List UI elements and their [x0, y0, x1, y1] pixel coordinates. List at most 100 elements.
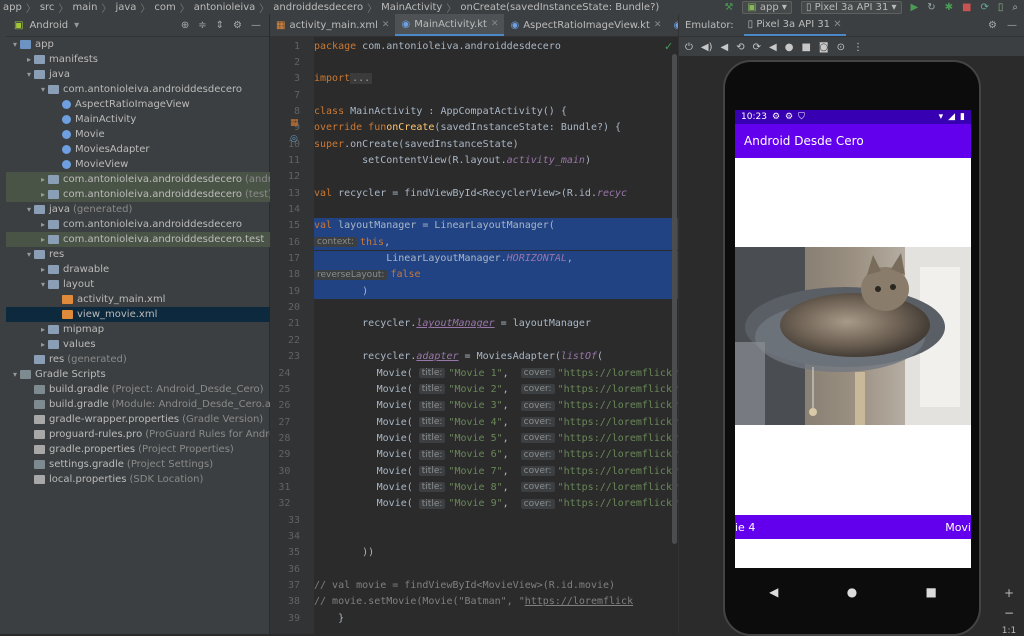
back-icon[interactable]: ◀ [769, 42, 777, 53]
volume-up-icon[interactable]: ◀) [701, 42, 713, 53]
tree-item[interactable]: MoviesAdapter [6, 142, 315, 157]
code-line[interactable]: 19 ) [270, 283, 678, 300]
rotate-left-icon[interactable]: ⟲ [736, 42, 744, 53]
code-line[interactable]: 16 context: this, [270, 234, 678, 251]
code-line[interactable]: 30 Movie( title: "Movie 7", cover: "https:… [270, 463, 678, 479]
code-line[interactable]: 36 [270, 561, 678, 577]
breadcrumb-item[interactable]: app [0, 2, 25, 13]
tree-item[interactable]: gradle.properties (Project Properties) [6, 442, 287, 457]
code-area[interactable]: 1 package com.antonioleiva.androiddesdece… [270, 38, 678, 634]
device-screen[interactable]: 10:23 ⚙ ⚙ ⛉ ▾ ◢ ▮ Android Desde Cero ie … [735, 110, 971, 568]
chevron-down-icon[interactable]: ▾ [24, 205, 34, 214]
tree-item[interactable]: ▾ res [6, 247, 287, 262]
override-gutter-icon[interactable]: ◎ [290, 134, 298, 144]
tree-item[interactable]: AspectRatioImageView [6, 97, 315, 112]
code-line[interactable]: 33 [270, 512, 678, 528]
chevron-down-icon[interactable]: ▾ [38, 280, 48, 289]
breadcrumb-item[interactable]: java [112, 2, 139, 13]
code-line[interactable]: 29 Movie( title: "Movie 6", cover: "https:… [270, 447, 678, 463]
home-icon[interactable]: ● [785, 42, 794, 53]
chevron-down-icon[interactable]: ▾ [10, 40, 20, 49]
tree-item[interactable]: build.gradle (Project: Android_Desde_Cero… [6, 382, 287, 397]
code-line[interactable]: 35 )) [270, 545, 678, 561]
tree-item[interactable]: ▾ java [6, 67, 287, 82]
apply-changes-icon[interactable]: ↻ [927, 2, 935, 13]
search-icon[interactable]: ⌕ [1012, 2, 1018, 13]
code-line[interactable]: 34 [270, 529, 678, 545]
code-line[interactable]: 28 Movie( title: "Movie 5", cover: "https:… [270, 430, 678, 446]
project-view-select[interactable]: Android [29, 20, 68, 31]
code-line[interactable]: 24 Movie( title: "Movie 1", cover: "https:… [270, 365, 678, 381]
tree-item[interactable]: ▸ com.antonioleiva.androiddesdecero (andro… [6, 172, 301, 187]
editor-tab[interactable]: ▦ activity_main.xml ✕ [270, 14, 395, 36]
hammer-icon[interactable]: ⚒ [724, 2, 733, 13]
code-line[interactable]: 25 Movie( title: "Movie 2", cover: "https:… [270, 381, 678, 397]
run-icon[interactable]: ▶ [911, 2, 919, 13]
code-line[interactable]: 23 recycler. adapter = MoviesAdapter(list… [270, 349, 678, 365]
tab-emulator-device[interactable]: ▯ Pixel 3a API 31 ✕ [743, 15, 846, 36]
minimize-icon[interactable]: — [1007, 20, 1017, 31]
tree-item[interactable]: ▸ com.antonioleiva.androiddesdecero (test) [6, 187, 301, 202]
code-line[interactable]: 22 [270, 332, 678, 348]
tree-item[interactable]: ▸ drawable [6, 262, 301, 277]
chevron-right-icon[interactable]: ▸ [38, 235, 48, 244]
code-line[interactable]: 12 [270, 169, 678, 185]
code-line[interactable]: 31 Movie( title: "Movie 8", cover: "https:… [270, 479, 678, 495]
code-line[interactable]: 10 super .onCreate(savedInstanceState) [270, 136, 678, 152]
collapse-icon[interactable]: ≑ [198, 20, 206, 31]
stop-icon[interactable]: ■ [962, 2, 971, 13]
chevron-right-icon[interactable]: ▸ [38, 340, 48, 349]
volume-down-icon[interactable]: ◀ [721, 42, 729, 53]
tree-item[interactable]: ▸ values [6, 337, 301, 352]
code-line[interactable]: 32 Movie( title: "Movie 9", cover: "https:… [270, 496, 678, 512]
editor-tab[interactable]: ◉ AspectRatioImageView.kt ✕ [504, 14, 667, 36]
minimize-icon[interactable]: — [251, 20, 261, 31]
chevron-right-icon[interactable]: ▸ [24, 55, 34, 64]
code-line[interactable]: 3 import ... [270, 71, 678, 87]
camera-icon[interactable]: ◙ [819, 42, 829, 53]
chevron-right-icon[interactable]: ▸ [38, 175, 48, 184]
locate-icon[interactable]: ⊕ [181, 20, 189, 31]
avd-manager-icon[interactable]: ▯ [998, 2, 1004, 13]
code-line[interactable]: 2 [270, 54, 678, 70]
class-gutter-icon[interactable]: ▦ [290, 118, 299, 128]
breadcrumb-item[interactable]: main [69, 2, 100, 13]
close-icon[interactable]: ✕ [382, 20, 390, 30]
tree-item[interactable]: ▾ layout [6, 277, 301, 292]
home-icon[interactable]: ● [847, 585, 857, 599]
tree-item[interactable]: ▸ com.antonioleiva.androiddesdecero [6, 217, 301, 232]
code-line[interactable]: 15 val layoutManager = LinearLayoutManag… [270, 217, 678, 234]
chevron-down-icon[interactable]: ▾ [74, 20, 79, 31]
gear-icon[interactable]: ⚙ [988, 20, 997, 31]
sync-icon[interactable]: ⟳ [980, 2, 988, 13]
zoom-actual-size-button[interactable]: 1:1 [1002, 626, 1016, 636]
debug-icon[interactable]: ✱ [945, 2, 953, 13]
run-config-select[interactable]: ▣ app ▾ [742, 0, 792, 14]
power-icon[interactable]: ⏻ [685, 42, 693, 53]
tree-item[interactable]: gradle-wrapper.properties (Gradle Version… [6, 412, 287, 427]
tree-item[interactable]: res (generated) [6, 352, 287, 367]
zoom-in-button[interactable]: + [1004, 586, 1014, 600]
tree-item[interactable]: view_movie.xml [6, 307, 315, 322]
tree-item[interactable]: settings.gradle (Project Settings) [6, 457, 287, 472]
code-line[interactable]: 39 } [270, 610, 678, 626]
tree-item[interactable]: activity_main.xml [6, 292, 315, 307]
tree-item[interactable]: build.gradle (Module: Android_Desde_Cero.… [6, 397, 287, 412]
breadcrumb-item[interactable]: antonioleiva [191, 2, 259, 13]
code-line[interactable]: 27 Movie( title: "Movie 4", cover: "https:… [270, 414, 678, 430]
tree-item[interactable]: Movie [6, 127, 315, 142]
chevron-down-icon[interactable]: ▾ [24, 250, 34, 259]
tree-item[interactable]: ▸ com.antonioleiva.androiddesdecero.test [6, 232, 301, 247]
tree-item[interactable]: ▸ mipmap [6, 322, 301, 337]
overview-icon[interactable]: ■ [926, 585, 937, 599]
expand-icon[interactable]: ⇕ [216, 20, 224, 31]
tree-item[interactable]: ▾ app [6, 37, 273, 52]
close-icon[interactable]: ✕ [654, 20, 662, 30]
code-line[interactable]: 26 Movie( title: "Movie 3", cover: "https:… [270, 398, 678, 414]
code-line[interactable]: 8 class MainActivity : AppCompatActivity(… [270, 103, 678, 119]
movie-cover-image[interactable] [735, 247, 971, 425]
code-line[interactable]: 18 reverseLayout: false [270, 266, 678, 283]
chevron-down-icon[interactable]: ▾ [24, 70, 34, 79]
chevron-right-icon[interactable]: ▸ [38, 190, 48, 199]
breadcrumb-item[interactable]: onCreate(savedInstanceState: Bundle?) [457, 2, 662, 13]
